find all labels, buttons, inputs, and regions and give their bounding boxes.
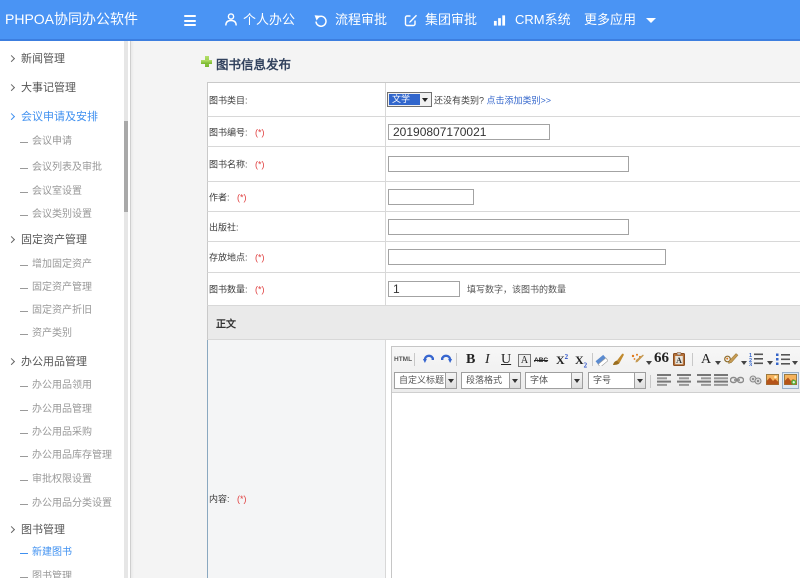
svg-text:A: A — [676, 356, 682, 365]
svg-text:3: 3 — [749, 363, 752, 367]
